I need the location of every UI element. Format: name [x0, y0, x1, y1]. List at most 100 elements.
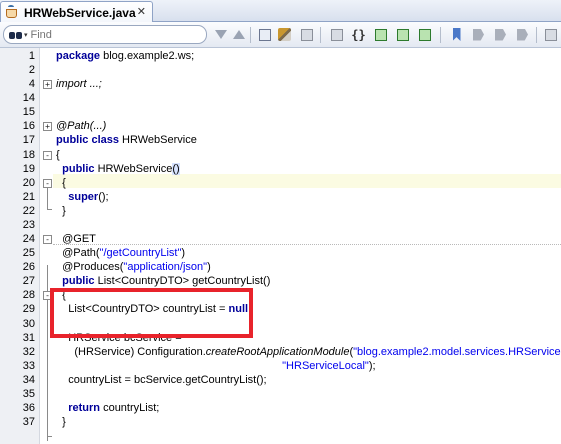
- close-tab-icon[interactable]: ✕: [137, 5, 146, 18]
- line-number: 17: [22, 134, 35, 147]
- reformat-icon[interactable]: {}: [350, 26, 367, 43]
- indent-icon[interactable]: [416, 26, 433, 43]
- collapse-fold-icon[interactable]: -: [43, 235, 52, 245]
- more-icon[interactable]: [542, 26, 559, 43]
- uncomment-icon[interactable]: [394, 26, 411, 43]
- code-token: import ...;: [56, 78, 102, 91]
- find-input[interactable]: [30, 28, 131, 41]
- code-line[interactable]: @Produces("application/json"): [56, 261, 211, 273]
- code-token: @Path(...): [56, 120, 107, 133]
- code-line[interactable]: @Path("/getCountryList"): [56, 247, 185, 259]
- code-line[interactable]: countryList = bcService.getCountryList()…: [56, 374, 266, 386]
- code-token: "HRServiceLocal": [282, 359, 369, 372]
- line-number: 32: [22, 345, 35, 358]
- line-number: 16: [22, 120, 35, 133]
- code-line[interactable]: (HRService) Configuration.createRootAppl…: [56, 346, 561, 358]
- next-bookmark-icon[interactable]: [470, 26, 487, 43]
- code-line[interactable]: @GET: [56, 233, 96, 245]
- binoculars-icon[interactable]: [9, 30, 23, 40]
- collapse-fold-icon[interactable]: -: [43, 178, 52, 188]
- code-line[interactable]: "HRServiceLocal");: [56, 359, 376, 372]
- remove-highlight-icon[interactable]: [298, 26, 315, 43]
- code-line[interactable]: public HRWebService(): [56, 162, 180, 175]
- toggle-comment-icon[interactable]: [372, 26, 389, 43]
- line-number: 36: [22, 402, 35, 414]
- annotation-highlight-box: [50, 288, 253, 338]
- line-number: 35: [22, 387, 35, 400]
- tab-hrwebservice-java[interactable]: HRWebService.java ✕: [0, 1, 153, 23]
- code-line[interactable]: {: [56, 177, 66, 189]
- code-token: ();: [98, 190, 109, 203]
- previous-bookmark-icon[interactable]: [492, 26, 509, 43]
- java-file-icon: [5, 4, 19, 20]
- clear-highlight-icon[interactable]: [276, 26, 293, 43]
- code-token: countryList;: [100, 402, 160, 414]
- current-line-highlight: [53, 174, 561, 188]
- line-number: 29: [22, 303, 35, 316]
- code-line[interactable]: public class HRWebService: [56, 134, 197, 146]
- code-line[interactable]: import ...;: [56, 78, 102, 90]
- line-number: 19: [22, 162, 35, 175]
- code-token: (): [172, 162, 180, 175]
- code-token: ): [181, 247, 186, 260]
- line-number: 28: [22, 289, 35, 302]
- code-token: class: [91, 134, 119, 147]
- code-token: super: [68, 190, 99, 203]
- fold-guide-end: [47, 209, 52, 210]
- collapse-fold-icon[interactable]: -: [43, 150, 52, 160]
- code-token: @Produces(: [56, 261, 124, 274]
- editor-tab-strip: HRWebService.java ✕: [0, 0, 561, 23]
- code-token: (HRService) Configuration.: [56, 345, 206, 358]
- code-token: return: [68, 402, 101, 414]
- code-token: {: [56, 176, 66, 189]
- code-line[interactable]: }: [56, 205, 66, 217]
- find-previous-icon[interactable]: [212, 26, 229, 43]
- toggle-bookmark-icon[interactable]: [448, 26, 465, 43]
- code-line[interactable]: package blog.example2.ws;: [56, 50, 194, 62]
- line-number: 30: [22, 317, 35, 330]
- line-number: 26: [22, 261, 35, 274]
- line-number: 21: [22, 190, 35, 203]
- code-token: "blog.example2.model.services.HRService": [353, 345, 561, 358]
- method-separator: [53, 244, 561, 245]
- code-token: }: [56, 204, 66, 217]
- code-editor[interactable]: 1 package blog.example2.ws; 2 4 + import ...;…: [0, 48, 561, 444]
- line-number: 1: [28, 50, 35, 62]
- fold-guide: [47, 321, 48, 436]
- code-line[interactable]: super();: [56, 190, 109, 203]
- code-token: "/getCountryList": [99, 247, 182, 260]
- code-token: blog.example2.ws;: [100, 50, 195, 62]
- code-token: public: [62, 162, 95, 175]
- toolbar-separator: [320, 27, 321, 43]
- line-number: 15: [22, 106, 35, 119]
- code-line[interactable]: public List<CountryDTO> getCountryList(): [56, 275, 270, 287]
- line-number: 37: [22, 416, 35, 429]
- line-number: 31: [22, 331, 35, 344]
- fold-guide: [47, 195, 48, 209]
- expand-fold-icon[interactable]: +: [43, 122, 52, 132]
- code-line[interactable]: return countryList;: [56, 402, 159, 414]
- code-token: );: [368, 359, 376, 372]
- toggle-highlight-icon[interactable]: [256, 26, 273, 43]
- find-options-chevron-icon[interactable]: ▾: [24, 31, 28, 39]
- code-line[interactable]: @Path(...): [56, 120, 106, 132]
- code-line[interactable]: {: [56, 149, 60, 161]
- fold-guide-end: [47, 436, 52, 437]
- go-to-bookmark-icon[interactable]: [514, 26, 531, 43]
- toolbar-separator: [250, 27, 251, 43]
- code-token: public: [56, 134, 89, 147]
- line-number: 25: [22, 247, 35, 260]
- line-number: 23: [22, 218, 35, 231]
- code-token: {: [56, 148, 60, 161]
- code-line[interactable]: }: [56, 416, 66, 428]
- line-number: 18: [22, 148, 35, 161]
- quick-outline-icon[interactable]: [328, 26, 345, 43]
- code-token: HRWebService: [118, 134, 197, 147]
- line-number: 20: [22, 176, 35, 189]
- line-number: 33: [22, 359, 35, 372]
- find-box[interactable]: ▾: [3, 25, 207, 44]
- expand-fold-icon[interactable]: +: [43, 80, 52, 90]
- find-next-icon[interactable]: [230, 26, 247, 43]
